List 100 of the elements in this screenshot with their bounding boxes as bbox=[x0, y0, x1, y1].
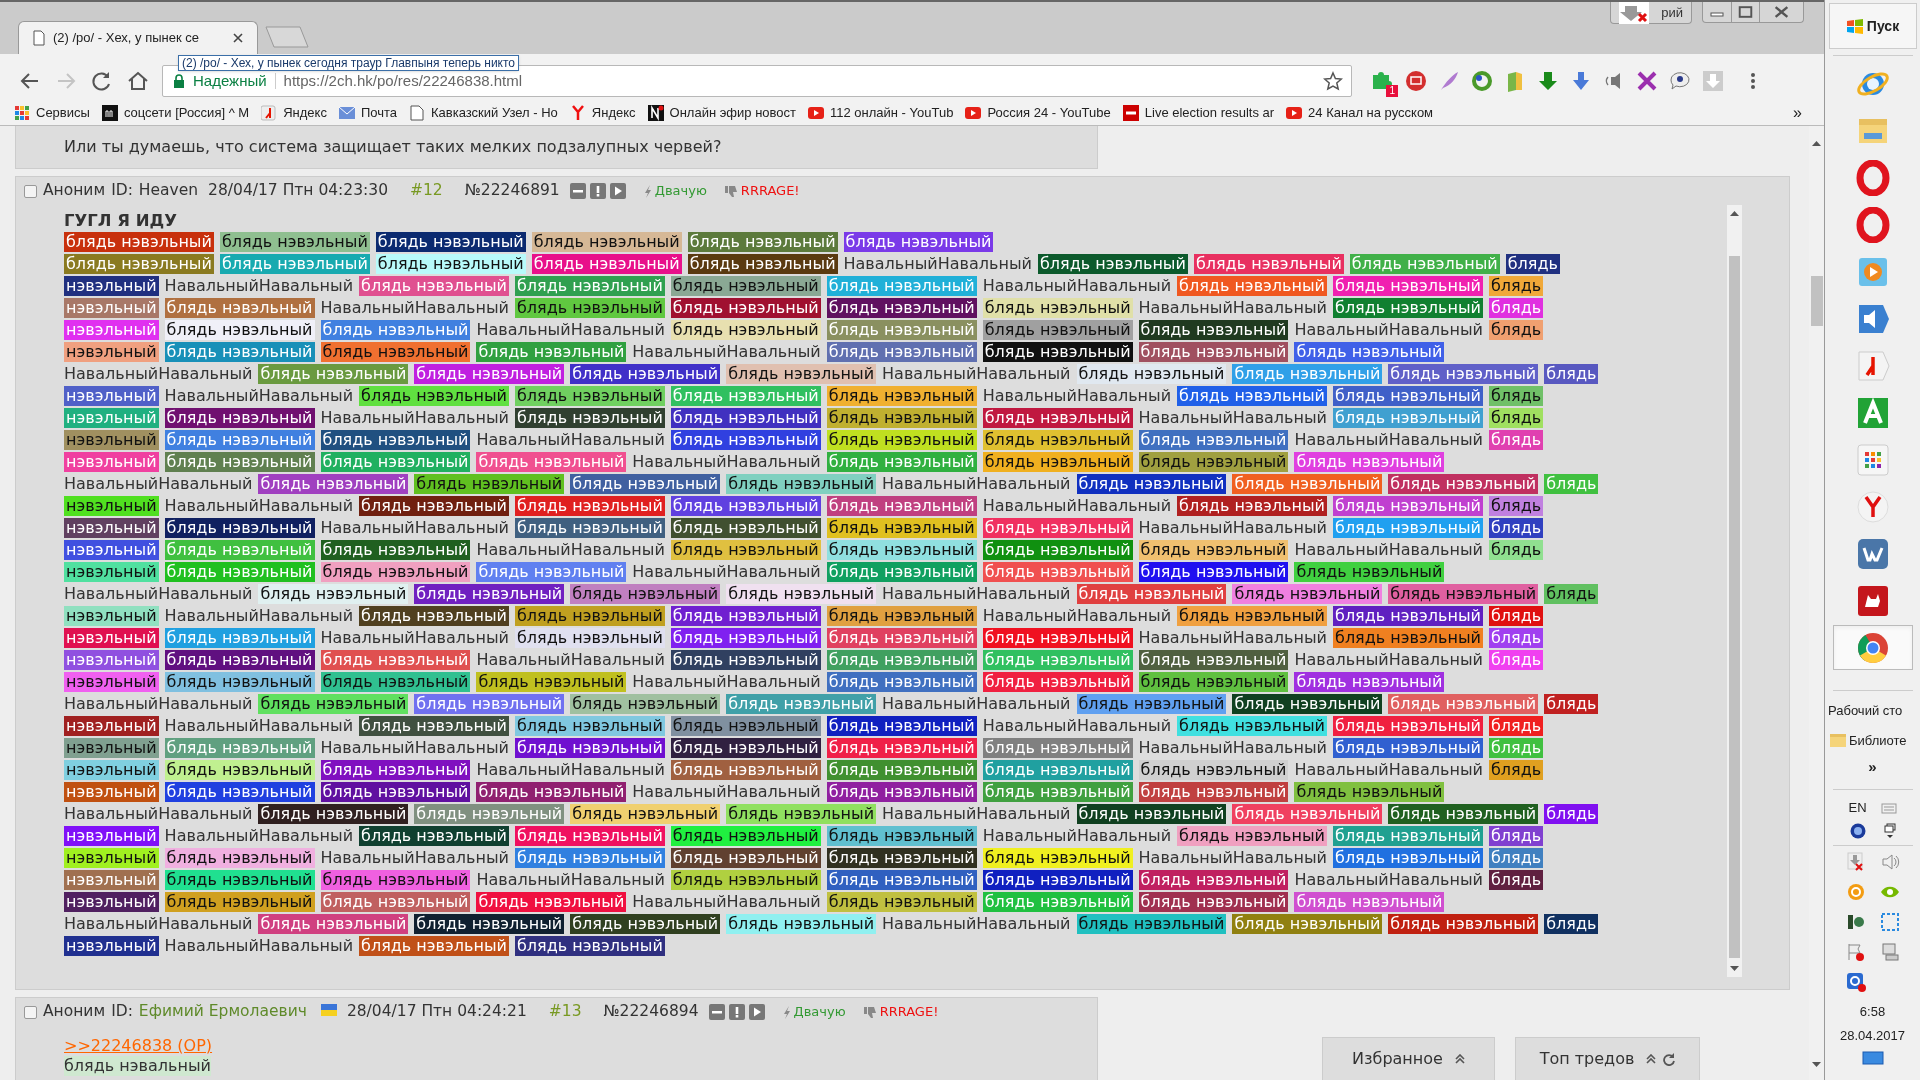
minus-icon[interactable] bbox=[569, 183, 586, 199]
cross-icon[interactable] bbox=[1636, 70, 1658, 92]
bookmark[interactable]: Россия 24 - YouTube bbox=[965, 102, 1111, 123]
highlighted-text: блядь нэвэльный bbox=[1138, 540, 1289, 560]
highlighted-text: блядь нэвэльный bbox=[1294, 892, 1445, 912]
post-text: НавальныйНавальный bbox=[982, 826, 1172, 846]
highlighted-text: блядь bbox=[1544, 364, 1599, 384]
more-bookmarks-button[interactable]: » bbox=[1793, 100, 1814, 125]
ring-icon[interactable] bbox=[1471, 70, 1493, 92]
alert-icon[interactable] bbox=[589, 183, 606, 199]
highlighted-text: блядь bbox=[1488, 628, 1544, 648]
highlighted-text: блядь нэвэльный bbox=[982, 782, 1133, 802]
language-indicator[interactable]: EN bbox=[1848, 797, 1867, 817]
taskbar-button[interactable] bbox=[1832, 625, 1913, 670]
library-button[interactable]: Библиоте bbox=[1825, 730, 1907, 750]
post-id[interactable]: №22246894 bbox=[603, 1000, 699, 1024]
highlighted-text: блядь нэвэльный bbox=[359, 716, 509, 736]
download-error-icon[interactable] bbox=[1845, 852, 1866, 872]
shield-alert-icon[interactable] bbox=[1845, 972, 1866, 992]
post-checkbox[interactable] bbox=[24, 184, 37, 198]
clock-time[interactable]: 6:58 bbox=[1859, 1002, 1886, 1022]
highlighted-text: блядь нэвэльный bbox=[570, 584, 721, 604]
panel-button[interactable]: Избранное bbox=[1322, 1037, 1495, 1080]
highlighted-text: блядь нэвэльный bbox=[826, 606, 977, 626]
bookmark[interactable]: соцсети [Россия] ^ М bbox=[101, 102, 250, 123]
grid-icon bbox=[1854, 441, 1891, 478]
fork-icon bbox=[569, 104, 586, 121]
play-icon bbox=[965, 104, 982, 121]
highlighted-text: блядь нэвэльный bbox=[1138, 320, 1289, 340]
more-button[interactable]: » bbox=[1868, 756, 1877, 779]
highlighted-text: блядь нэвэльный bbox=[1138, 870, 1289, 890]
highlighted-text: блядь нэвэльный bbox=[1177, 276, 1327, 296]
minus-icon[interactable] bbox=[708, 1004, 725, 1020]
post-checkbox[interactable] bbox=[24, 1005, 37, 1019]
highlighted-text: блядь нэвэльный bbox=[826, 826, 977, 846]
highlighted-text: блядь нэвэльный bbox=[164, 870, 315, 890]
highlighted-text: блядь нэвэльный bbox=[359, 826, 509, 846]
highlighted-text: блядь нэвэльный bbox=[826, 518, 977, 538]
post-id[interactable]: №22246891 bbox=[464, 179, 560, 203]
start-button[interactable]: Пуск bbox=[1828, 3, 1917, 49]
highlighted-text: блядь нэвэльный bbox=[514, 386, 665, 406]
down-arrow-icon[interactable] bbox=[1537, 70, 1559, 92]
flag-icon[interactable] bbox=[1845, 942, 1866, 962]
bookmark[interactable]: Live election results ar bbox=[1122, 102, 1275, 123]
bookmark[interactable]: Яндекс bbox=[569, 102, 636, 123]
profile-button[interactable]: рий bbox=[1610, 2, 1692, 24]
bookmark[interactable]: 112 онлайн - YouTub bbox=[808, 102, 954, 123]
feather-icon[interactable] bbox=[1438, 70, 1460, 92]
star-icon[interactable] bbox=[1323, 71, 1343, 91]
highlighted-text: нэвэльный bbox=[64, 386, 159, 406]
highlighted-text: блядь нэвэльный bbox=[726, 914, 877, 934]
screen-icon[interactable] bbox=[1405, 70, 1427, 92]
browser-tab[interactable]: (2) /po/ - Хех, у пынек се bbox=[18, 21, 258, 54]
highlighted-text: блядь нэвэльный bbox=[1294, 342, 1445, 362]
highlighted-text: блядь нэвэльный bbox=[514, 738, 665, 758]
chat-icon[interactable] bbox=[1669, 70, 1691, 92]
highlighted-text: блядь нэвэльный bbox=[982, 760, 1133, 780]
panel-button[interactable]: Топ тредов bbox=[1515, 1037, 1700, 1080]
post-text: НавальныйНавальный bbox=[632, 782, 821, 802]
scroll-up-icon[interactable] bbox=[1730, 210, 1739, 216]
post-text: НавальныйНавальный bbox=[1138, 408, 1327, 428]
menu-icon[interactable] bbox=[1749, 70, 1757, 92]
scrollbar-thumb[interactable] bbox=[1810, 276, 1823, 326]
refresh-icon[interactable] bbox=[1662, 1052, 1676, 1066]
clock-date[interactable]: 28.04.2017 bbox=[1839, 1025, 1906, 1045]
scroll-down-icon[interactable] bbox=[1730, 966, 1739, 972]
bookmark[interactable]: Кавказский Узел - Но bbox=[409, 102, 558, 123]
scrollbar[interactable] bbox=[1727, 205, 1742, 977]
close-icon[interactable] bbox=[233, 33, 243, 43]
bookmark[interactable]: Сервисы bbox=[14, 102, 90, 123]
scrollbar-thumb[interactable] bbox=[1729, 256, 1740, 958]
highlighted-text: блядь нэвэльный bbox=[258, 474, 409, 494]
desktop-icon[interactable] bbox=[1861, 1051, 1884, 1065]
play-icon[interactable] bbox=[609, 183, 626, 199]
toolbar-label[interactable]: Рабочий сто bbox=[1825, 701, 1903, 721]
download-icon[interactable] bbox=[1570, 70, 1592, 92]
window-icon[interactable] bbox=[1883, 823, 1896, 839]
bookmark[interactable]: 24 Канал на русском bbox=[1286, 102, 1434, 123]
speaker-icon[interactable] bbox=[1879, 852, 1900, 872]
highlighted-text: блядь нэвэльный bbox=[164, 342, 315, 362]
computer-icon[interactable] bbox=[1879, 942, 1900, 962]
bookmark[interactable]: Почта bbox=[338, 102, 397, 123]
post-text: НавальныйНавальный bbox=[982, 386, 1172, 406]
selection-icon[interactable] bbox=[1879, 912, 1900, 932]
thumbs-down-icon bbox=[863, 1006, 876, 1018]
scroll-down-icon[interactable] bbox=[1812, 1062, 1821, 1068]
post-text: НавальныйНавальный bbox=[632, 672, 821, 692]
highlighted-text: блядь нэвэльный bbox=[1138, 452, 1289, 472]
bookmark[interactable]: Онлайн эфир новост bbox=[647, 102, 796, 123]
highlighted-text: блядь нэвэльный bbox=[1138, 342, 1289, 362]
bookmark[interactable]: Яндекс bbox=[261, 102, 327, 123]
help-icon[interactable] bbox=[1849, 823, 1866, 839]
highlighted-text: блядь нэвэльный bbox=[826, 716, 977, 736]
alert-icon[interactable] bbox=[728, 1004, 745, 1020]
highlighted-text: блядь нэвэльный bbox=[1232, 804, 1383, 824]
highlighted-text: блядь нэвэльный bbox=[1232, 694, 1383, 714]
highlighted-text: блядь нэвэльный bbox=[982, 342, 1133, 362]
play-icon[interactable] bbox=[748, 1004, 765, 1020]
highlighted-text: блядь нэвэльный bbox=[982, 518, 1133, 538]
scroll-up-icon[interactable] bbox=[1812, 140, 1821, 146]
